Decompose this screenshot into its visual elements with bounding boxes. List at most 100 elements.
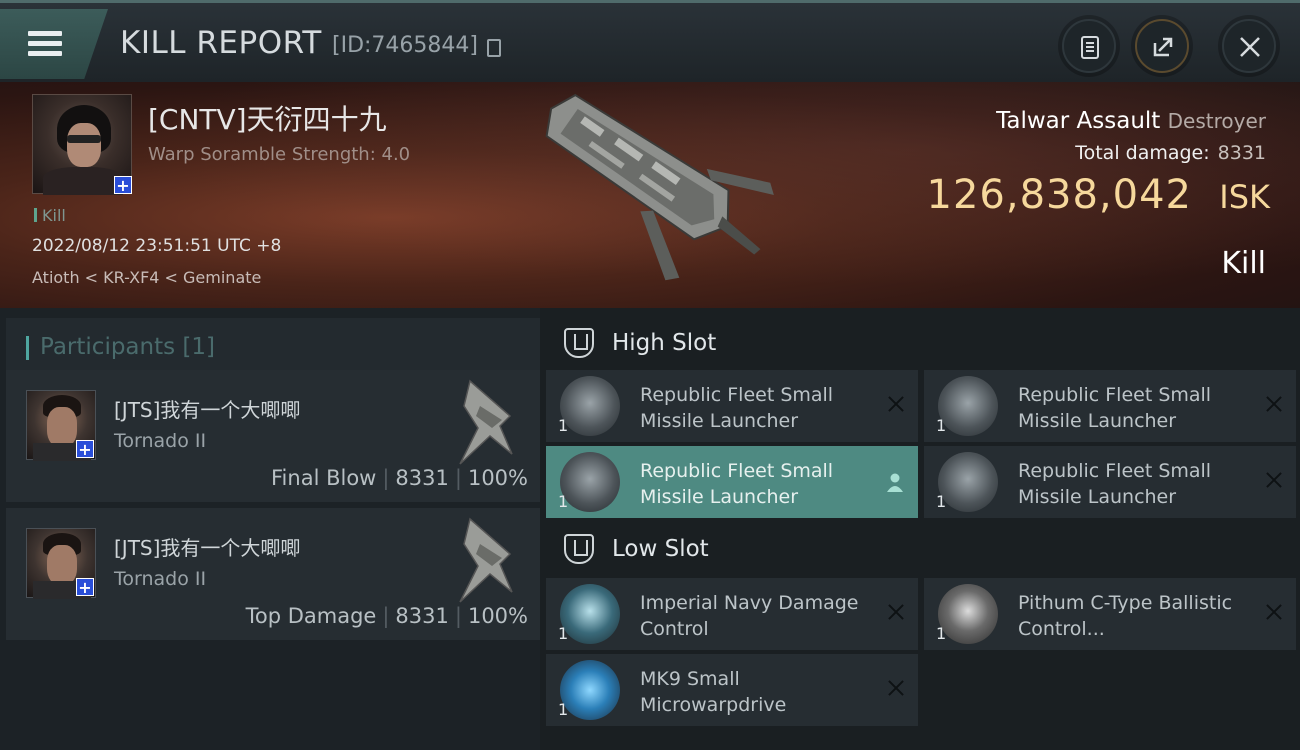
launcher-icon [560, 452, 620, 512]
remove-icon[interactable] [1264, 394, 1284, 414]
plus-icon[interactable]: + [76, 578, 94, 596]
report-id: [ID:7465844] [332, 33, 478, 58]
participant-row[interactable]: + [JTS]我有一个大唧唧 Tornado II Final Blow | 833… [6, 370, 540, 502]
participant-ship-image [459, 379, 513, 465]
close-icon [1240, 37, 1260, 57]
total-damage-value: 8331 [1217, 142, 1266, 164]
participant-role: Top Damage [245, 604, 377, 628]
victim-panel: + [CNTV]天衍四十九 Warp Soramble Strength: 4.… [0, 82, 1300, 308]
participant-stats: Top Damage | 8331 | 100% [246, 604, 528, 628]
header-accent [26, 336, 29, 360]
remove-icon[interactable] [886, 678, 906, 698]
total-damage: Total damage: 8331 [1075, 142, 1266, 164]
module-item[interactable]: 1 Republic Fleet Small Missile Launcher [924, 370, 1296, 442]
module-item[interactable]: 1 MK9 Small Microwarpdrive [546, 654, 918, 726]
module-name: Pithum C-Type Ballistic Control... [1018, 592, 1233, 640]
module-item[interactable]: 1 Republic Fleet Small Missile Launcher [546, 370, 918, 442]
menu-button[interactable] [0, 9, 108, 79]
damage-control-icon [560, 584, 620, 644]
launcher-icon [938, 376, 998, 436]
high-slot-label: High Slot [612, 330, 717, 356]
close-button[interactable] [1222, 19, 1276, 73]
isk-unit: ISK [1219, 178, 1270, 216]
plus-icon[interactable]: + [114, 176, 132, 194]
module-qty: 1 [936, 416, 947, 435]
avatar-face [47, 545, 77, 585]
menu-icon-bar [28, 41, 62, 46]
module-name: Republic Fleet Small Missile Launcher [640, 460, 834, 508]
share-button[interactable] [1135, 19, 1189, 73]
victim-name[interactable]: [CNTV]天衍四十九 [148, 98, 387, 138]
module-qty: 1 [558, 700, 569, 719]
plus-icon[interactable]: + [76, 440, 94, 458]
high-slot-header: High Slot [546, 314, 1300, 372]
fitting-panel: High Slot 1 Republic Fleet Small Missile… [540, 308, 1300, 750]
kill-location[interactable]: Atioth < KR-XF4 < Geminate [32, 268, 261, 287]
participants-header: Participants [1] [6, 318, 540, 374]
participant-name[interactable]: [JTS]我有一个大唧唧 [114, 532, 300, 561]
portrait-glasses [67, 135, 101, 143]
microwarpdrive-icon [560, 660, 620, 720]
module-qty: 1 [936, 624, 947, 643]
module-name: Republic Fleet Small Missile Launcher [1018, 460, 1212, 508]
low-slot-header: Low Slot [546, 520, 1300, 578]
copy-icon[interactable] [487, 39, 501, 57]
module-item[interactable]: 1 Pithum C-Type Ballistic Control... [924, 578, 1296, 650]
participant-row[interactable]: + [JTS]我有一个大唧唧 Tornado II Top Damage | 833… [6, 508, 540, 640]
participants-title: Participants [1] [40, 334, 215, 360]
module-item[interactable]: 1 Republic Fleet Small Missile Launcher [924, 446, 1296, 518]
stat-separator: | [454, 466, 462, 490]
participant-ship: Tornado II [114, 568, 207, 590]
module-name: Republic Fleet Small Missile Launcher [640, 384, 834, 432]
victim-ship-image [545, 93, 774, 281]
module-name: Imperial Navy Damage Control [640, 592, 859, 640]
module-name: Republic Fleet Small Missile Launcher [1018, 384, 1212, 432]
launcher-icon [560, 376, 620, 436]
stat-separator: | [382, 466, 390, 490]
clipboard-button[interactable] [1062, 19, 1116, 73]
clipboard-icon [1081, 36, 1099, 59]
kill-status: Kill [1221, 246, 1266, 281]
ship-class: Destroyer [1167, 109, 1266, 133]
kill-tag: Kill [34, 206, 66, 225]
module-item[interactable]: 1 Imperial Navy Damage Control [546, 578, 918, 650]
participant-ship: Tornado II [114, 430, 207, 452]
warp-scramble-strength: Warp Soramble Strength: 4.0 [148, 144, 411, 165]
ballistic-control-icon [938, 584, 998, 644]
launcher-icon [938, 452, 998, 512]
participant-stats: Final Blow | 8331 | 100% [271, 466, 528, 490]
participant-ship-image [459, 517, 513, 603]
kill-report-screen: KILL REPORT [ID:7465844] + [CNTV]天衍四十九 W… [0, 0, 1300, 750]
participants-panel: Participants [1] + [JTS]我有一个大唧唧 Tornado … [0, 308, 540, 750]
pilot-icon[interactable] [886, 472, 904, 492]
stat-separator: | [454, 604, 462, 628]
portrait-face [67, 123, 101, 167]
portrait-body [43, 167, 123, 195]
remove-icon[interactable] [886, 394, 906, 414]
low-slot-label: Low Slot [612, 536, 709, 562]
participant-percent: 100% [467, 466, 528, 490]
isk-value: 126,838,042 [926, 172, 1192, 218]
participant-role: Final Blow [271, 466, 377, 490]
slot-icon [564, 328, 594, 358]
module-qty: 1 [558, 624, 569, 643]
participant-damage: 8331 [395, 466, 449, 490]
stat-separator: | [382, 604, 390, 628]
page-title: KILL REPORT [120, 25, 322, 61]
kill-datetime: 2022/08/12 23:51:51 UTC +8 [32, 236, 282, 256]
participant-name[interactable]: [JTS]我有一个大唧唧 [114, 394, 300, 423]
module-qty: 1 [558, 416, 569, 435]
menu-icon [28, 31, 62, 36]
slot-icon [564, 534, 594, 564]
menu-icon-bar [28, 51, 62, 56]
avatar-face [47, 407, 77, 447]
remove-icon[interactable] [886, 602, 906, 622]
victim-ship[interactable]: Talwar Assault Destroyer [996, 108, 1266, 134]
top-bar: KILL REPORT [ID:7465844] [0, 0, 1300, 82]
module-name: MK9 Small Microwarpdrive [640, 668, 787, 716]
remove-icon[interactable] [1264, 470, 1284, 490]
module-item-selected[interactable]: 1 Republic Fleet Small Missile Launcher [546, 446, 918, 518]
module-qty: 1 [936, 492, 947, 511]
remove-icon[interactable] [1264, 602, 1284, 622]
ship-name: Talwar Assault [996, 108, 1161, 134]
